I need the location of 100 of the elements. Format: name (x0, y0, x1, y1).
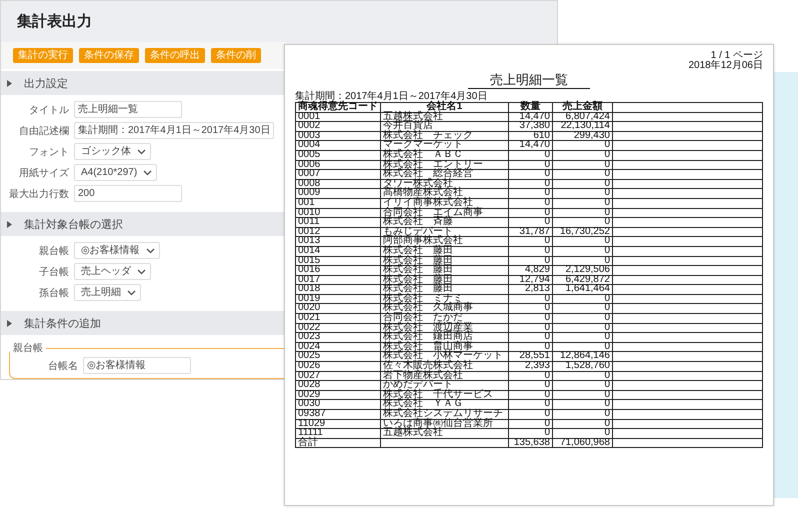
table-cell: 0020 (296, 304, 380, 314)
group-legend: 親台帳 (10, 341, 46, 355)
table-cell: 0 (552, 170, 612, 180)
field-label: 台帳名 (47, 360, 78, 372)
table-cell: 0023 (296, 332, 380, 342)
table-cell: 299,430 (552, 131, 612, 141)
chevron-down-icon (146, 248, 155, 254)
header-cell: 会社名1 (380, 102, 508, 112)
table-cell: 0 (552, 208, 612, 218)
field-label: フォント (28, 146, 69, 158)
report-date: 2018年12月06日 (688, 61, 763, 71)
table-cell: 株式会社 千代サービス (380, 390, 508, 400)
table-cell: 4,829 (508, 266, 552, 276)
header-cell: 数量 (508, 102, 552, 112)
table-cell: 0 (508, 236, 552, 246)
field-label: 親台帳 (38, 244, 69, 258)
header-cell: 売上金額 (552, 102, 612, 112)
table-cell: 0 (508, 323, 552, 333)
select-field[interactable]: 売上明細 (74, 284, 141, 301)
table-cell: 0017 (296, 275, 380, 285)
table-cell: もみじデパート (380, 227, 508, 237)
table-cell: 0019 (296, 294, 380, 304)
table-cell: 09387 (296, 410, 380, 420)
table-cell: 株式会社 ＹＡＧ (380, 400, 508, 410)
table-cell: 0001 (296, 112, 380, 122)
table-cell: 22,130,114 (552, 122, 612, 132)
table-cell: 0021 (296, 314, 380, 324)
table-cell: 株式会社 渡辺産業 (380, 323, 508, 333)
section-title: 集計対象台帳の選択 (24, 218, 123, 232)
table-cell: 0004 (296, 140, 380, 150)
table-cell: 0 (552, 140, 612, 150)
table-cell: 株式会社 畠山商事 (380, 342, 508, 352)
table-cell: 0024 (296, 342, 380, 352)
table-cell: 0 (552, 179, 612, 189)
table-cell: 1,528,760 (552, 362, 612, 372)
select-field[interactable]: ◎お客様情報 (74, 242, 160, 259)
table-cell: 0 (552, 198, 612, 208)
table-cell: 株式会社 藤田 (380, 275, 508, 285)
table-cell: 0030 (296, 400, 380, 410)
select-field[interactable]: 売上ヘッダ (74, 263, 151, 280)
field-label: タイトル (28, 104, 69, 116)
report-period: 集計期間：2017年4月1日～2017年4月30日 (295, 92, 488, 102)
report-title: 売上明細一覧 (468, 72, 590, 89)
text-field[interactable]: 集計期間：2017年4月1日～2017年4月30日 (74, 122, 274, 139)
text-field[interactable]: 200 (74, 185, 182, 202)
table-cell: 株式会社 藤田 (380, 246, 508, 256)
table-cell: 71,060,968 (552, 438, 612, 448)
table-cell: 2,129,506 (552, 266, 612, 276)
table-cell: 株式会社 藤田 (380, 256, 508, 266)
section-title: 出力設定 (24, 76, 68, 90)
table-cell: 0 (508, 380, 552, 390)
table-cell: 株式会社 斉藤 (380, 218, 508, 228)
table-cell: 0 (508, 294, 552, 304)
chevron-down-icon (137, 268, 146, 274)
select-field[interactable]: ゴシック体 (74, 143, 151, 160)
table-cell: 6,429,872 (552, 275, 612, 285)
table-cell: 0 (552, 323, 612, 333)
table-cell: かめだデパート (380, 380, 508, 390)
table-cell: 0005 (296, 150, 380, 160)
table-cell: 0 (552, 332, 612, 342)
table-cell: 株式会社 ＡＢＣ (380, 150, 508, 160)
table-cell: 0013 (296, 236, 380, 246)
table-cell: 0 (552, 256, 612, 266)
table-cell: 0 (552, 371, 612, 381)
field-label: 自由記述欄 (18, 124, 69, 138)
text-field[interactable]: 売上明細一覧 (74, 101, 182, 118)
table-cell: 11029 (296, 419, 380, 429)
table-cell: 株式会社 総合経営 (380, 170, 508, 180)
table-cell: 0 (508, 150, 552, 160)
caret-icon (7, 80, 12, 86)
table-cell: 14,470 (508, 140, 552, 150)
table-cell: 12,794 (508, 275, 552, 285)
table-cell: 0012 (296, 227, 380, 237)
table-cell: 0016 (296, 266, 380, 276)
table-cell: 0 (508, 314, 552, 324)
table-cell: 0 (508, 160, 552, 170)
table-cell: 1,641,464 (552, 284, 612, 294)
table-cell: 0 (508, 218, 552, 228)
table-cell: 2,393 (508, 362, 552, 372)
table-cell: 0003 (296, 131, 380, 141)
table-cell: 0 (508, 208, 552, 218)
table-cell: 0 (552, 294, 612, 304)
table-cell: 株式会社 チェック (380, 131, 508, 141)
table-cell: 阿部商事株式会社 (380, 236, 508, 246)
table-cell: 株式会社システムリサーチ (380, 410, 508, 420)
table-cell: 株式会社 久城商事 (380, 304, 508, 314)
table-cell: 0 (508, 400, 552, 410)
table-cell: 佐々木販売株式会社 (380, 362, 508, 372)
table-cell: 0 (508, 371, 552, 381)
table-cell: 0027 (296, 371, 380, 381)
table-cell: 0010 (296, 208, 380, 218)
table-cell: 株式会社 藤田 (380, 284, 508, 294)
text-field[interactable]: ◎お客様情報 (83, 357, 191, 374)
table-cell: 0022 (296, 323, 380, 333)
table-cell: 37,380 (508, 122, 552, 132)
select-field[interactable]: A4(210*297) (74, 164, 158, 181)
table-cell: 0 (508, 304, 552, 314)
table-cell: 0 (552, 246, 612, 256)
field-label: 子台帳 (38, 266, 69, 278)
field-label: 用紙サイズ (18, 166, 69, 180)
